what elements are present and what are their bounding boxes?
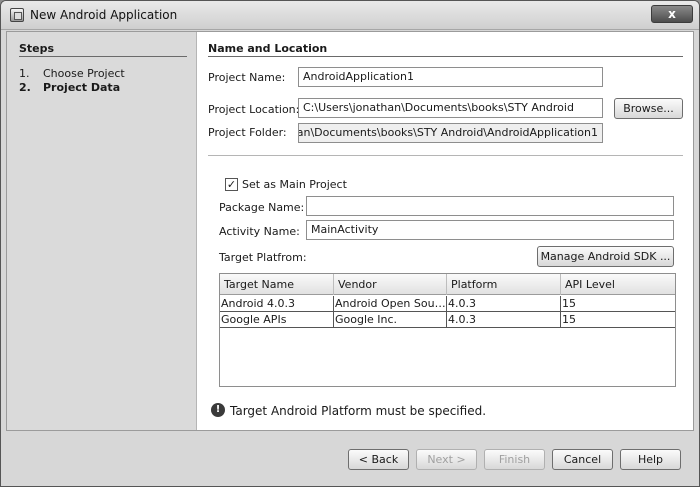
project-location-label: Project Location: <box>208 103 300 116</box>
form-divider <box>208 155 683 156</box>
step-number: 2. <box>19 81 31 94</box>
table-row[interactable]: Google APIs Google Inc. 4.0.3 15 <box>220 312 675 328</box>
title-bar: New Android Application x <box>1 1 699 30</box>
column-header-api-level[interactable]: API Level <box>561 274 675 295</box>
browse-button[interactable]: Browse... <box>614 98 683 119</box>
project-name-input[interactable]: AndroidApplication1 <box>298 67 603 87</box>
column-header-vendor[interactable]: Vendor <box>334 274 447 295</box>
step-project-data: 2. Project Data <box>19 81 120 94</box>
column-header-target-name[interactable]: Target Name <box>220 274 334 295</box>
cancel-button[interactable]: Cancel <box>552 449 613 470</box>
cell-platform: 4.0.3 <box>447 312 561 328</box>
step-number: 1. <box>19 67 30 80</box>
cell-target-name: Google APIs <box>220 312 334 328</box>
help-button[interactable]: Help <box>620 449 681 470</box>
cell-api-level: 15 <box>562 297 576 310</box>
main-panel: Name and Location Project Name: AndroidA… <box>198 32 693 430</box>
finish-button[interactable]: Finish <box>484 449 545 470</box>
main-project-label: Set as Main Project <box>242 178 347 191</box>
table-header: Target Name Vendor Platform API Level <box>220 274 675 295</box>
cell-platform: 4.0.3 <box>447 296 561 312</box>
cell-target-name: Android 4.0.3 <box>220 296 334 312</box>
cell-vendor: Android Open Source Project <box>334 296 447 312</box>
dialog-window: New Android Application x Steps 1. Choose… <box>0 0 700 487</box>
project-folder-value: C:\Users\jonathan\Documents\books\STY An… <box>298 126 598 139</box>
dialog-content: Steps 1. Choose Project 2. Project Data Na… <box>6 31 694 431</box>
cell-vendor: Google Inc. <box>334 312 447 328</box>
project-folder-label: Project Folder: <box>208 126 287 139</box>
project-name-label: Project Name: <box>208 71 286 84</box>
section-title: Name and Location <box>208 42 328 55</box>
project-location-input[interactable]: C:\Users\jonathan\Documents\books\STY An… <box>298 98 603 118</box>
target-platform-label: Target Platfrom: <box>219 251 307 264</box>
step-label: Choose Project <box>43 67 125 80</box>
activity-name-label: Activity Name: <box>219 225 300 238</box>
platforms-table: Target Name Vendor Platform API Level An… <box>219 273 676 387</box>
manage-sdk-button[interactable]: Manage Android SDK ... <box>537 246 674 267</box>
step-choose-project: 1. Choose Project <box>19 67 125 80</box>
cell-api-level: 15 <box>562 313 576 326</box>
package-name-input[interactable] <box>306 196 674 216</box>
back-button[interactable]: < Back <box>348 449 409 470</box>
step-label: Project Data <box>43 81 121 94</box>
app-icon <box>10 8 24 22</box>
steps-divider <box>19 56 187 57</box>
window-title: New Android Application <box>30 8 178 22</box>
table-row[interactable]: Android 4.0.3 Android Open Source Projec… <box>220 296 675 312</box>
section-divider <box>208 56 683 57</box>
status-message: Target Android Platform must be specifie… <box>230 404 487 418</box>
close-button[interactable]: x <box>651 5 693 23</box>
error-icon: ! <box>211 403 225 417</box>
next-button[interactable]: Next > <box>416 449 477 470</box>
column-header-platform[interactable]: Platform <box>447 274 561 295</box>
main-project-checkbox[interactable]: ✓ <box>225 178 238 191</box>
steps-title: Steps <box>19 42 55 55</box>
package-name-label: Package Name: <box>219 201 305 214</box>
activity-name-input[interactable]: MainActivity <box>306 220 674 240</box>
project-folder-field: C:\Users\jonathan\Documents\books\STY An… <box>298 123 603 143</box>
steps-panel: Steps 1. Choose Project 2. Project Data <box>7 32 197 430</box>
